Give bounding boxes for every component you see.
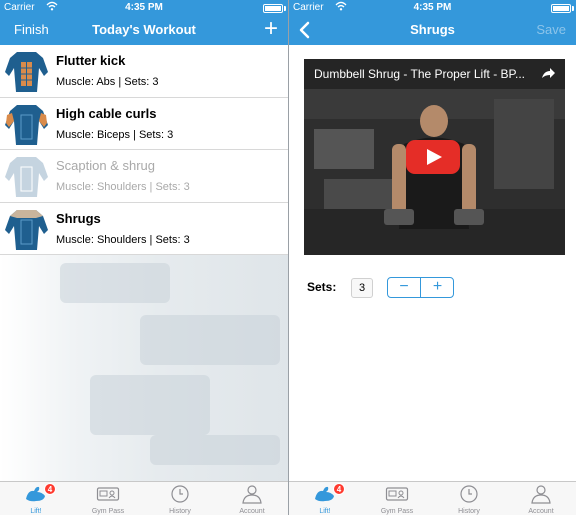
decrement-button[interactable]: − (388, 278, 421, 297)
page-title: Today's Workout (92, 22, 196, 37)
clock-icon (460, 485, 478, 503)
tab-gym-pass[interactable]: Gym Pass (72, 482, 144, 515)
muscle-biceps-icon (3, 100, 50, 147)
sets-label: Sets: (307, 280, 337, 294)
status-time: 4:35 PM (125, 2, 163, 13)
save-button[interactable]: Save (536, 22, 566, 37)
status-bar: Carrier 4:35 PM (0, 0, 288, 16)
workout-screen: Carrier 4:35 PM Finish Today's Workout +… (0, 0, 288, 515)
tab-history[interactable]: History (433, 482, 505, 515)
bg-shape (150, 435, 280, 465)
play-icon[interactable] (406, 140, 460, 174)
exercise-row[interactable]: Flutter kick Muscle: Abs | Sets: 3 (0, 45, 288, 98)
battery-icon (263, 4, 283, 13)
muscle-abs-icon (3, 48, 50, 94)
status-bar: Carrier 4:35 PM (289, 0, 576, 16)
exercise-name: High cable curls (56, 105, 157, 121)
tab-label: Lift! (319, 508, 331, 515)
tab-history[interactable]: History (144, 482, 216, 515)
status-time: 4:35 PM (413, 2, 452, 13)
tab-label: Gym Pass (91, 508, 125, 515)
exercise-meta: Muscle: Biceps | Sets: 3 (56, 128, 174, 141)
battery-icon (551, 4, 571, 13)
id-card-icon (96, 487, 120, 501)
bg-shape (140, 315, 280, 365)
dumbbell-background (0, 255, 288, 481)
tab-bar: 4 Lift! Gym Pass History Account (289, 481, 576, 515)
exercise-row[interactable]: High cable curls Muscle: Biceps | Sets: … (0, 97, 288, 150)
exercise-row[interactable]: Scaption & shrug Muscle: Shoulders | Set… (0, 150, 288, 203)
exercise-name: Scaption & shrug (56, 158, 156, 173)
nav-bar: Finish Today's Workout + (0, 16, 288, 45)
nav-bar: Shrugs Save (289, 16, 576, 45)
notification-badge: 4 (44, 483, 56, 495)
share-icon[interactable] (540, 65, 556, 81)
page-title: Shrugs (410, 22, 455, 37)
bg-shape (60, 263, 170, 303)
exercise-meta: Muscle: Abs | Sets: 3 (56, 76, 159, 88)
exercise-list: Flutter kick Muscle: Abs | Sets: 3 High … (0, 45, 288, 255)
tab-label: Lift! (30, 508, 42, 515)
clock-icon (171, 485, 189, 503)
plus-icon[interactable]: + (264, 16, 278, 42)
video-title: Dumbbell Shrug - The Proper Lift - BP... (314, 67, 525, 81)
id-card-icon (385, 487, 409, 501)
tab-label: Gym Pass (380, 508, 414, 515)
muscle-shoulders-icon (3, 153, 50, 199)
tab-label: Account (528, 508, 554, 515)
exercise-row[interactable]: Shrugs Muscle: Shoulders | Sets: 3 (0, 202, 288, 255)
battery-tip (284, 6, 286, 11)
exercise-detail-screen: Carrier 4:35 PM Shrugs Save Dumbbell Shr… (289, 0, 576, 515)
exercise-meta: Muscle: Shoulders | Sets: 3 (56, 181, 190, 193)
increment-button[interactable]: + (421, 278, 454, 297)
tab-lift[interactable]: 4 Lift! (289, 482, 361, 515)
sets-stepper: − + (387, 277, 454, 298)
muscle-shoulders-icon (3, 205, 50, 252)
exercise-name: Shrugs (56, 210, 101, 226)
tab-label: History (458, 508, 480, 515)
tab-label: History (169, 508, 191, 515)
tab-account[interactable]: Account (505, 482, 576, 515)
sets-value: 3 (351, 278, 373, 298)
battery-tip (572, 6, 574, 11)
tab-label: Account (239, 508, 265, 515)
person-icon (242, 485, 262, 504)
notification-badge: 4 (333, 483, 345, 495)
person-icon (531, 485, 551, 504)
tab-lift[interactable]: 4 Lift! (0, 482, 72, 515)
exercise-name: Flutter kick (56, 53, 126, 68)
tab-gym-pass[interactable]: Gym Pass (361, 482, 433, 515)
bg-shape (90, 375, 210, 435)
tab-bar: 4 Lift! Gym Pass History Account (0, 481, 288, 515)
exercise-meta: Muscle: Shoulders | Sets: 3 (56, 233, 190, 246)
video-player[interactable]: Dumbbell Shrug - The Proper Lift - BP... (304, 59, 565, 255)
tab-account[interactable]: Account (216, 482, 288, 515)
